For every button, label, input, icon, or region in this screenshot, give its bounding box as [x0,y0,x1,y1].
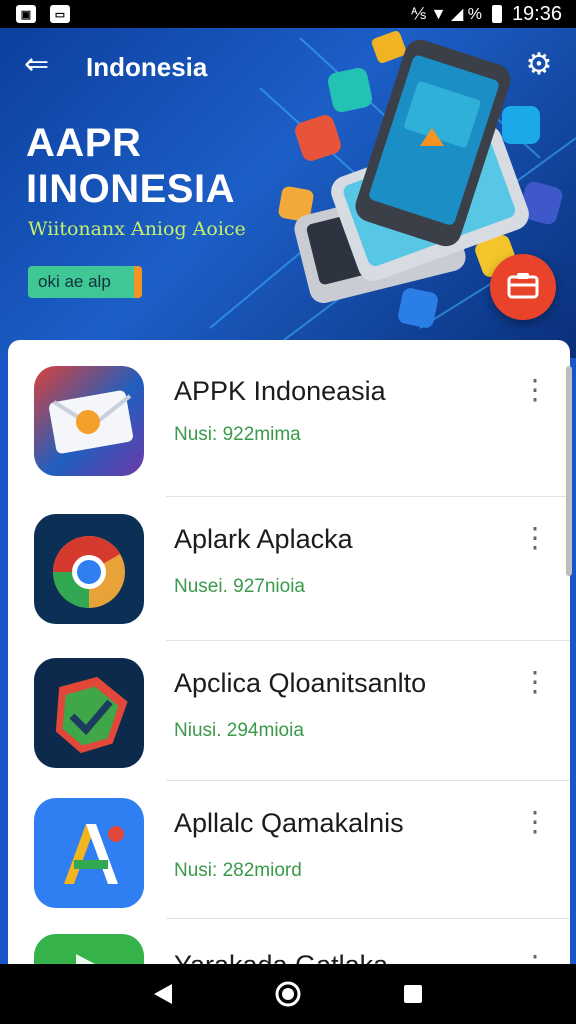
app-name: Apllalc Qamakalnis [174,808,404,838]
app-meta: Nusi: 922mima [174,424,301,445]
checkmark-shield-icon [34,658,144,768]
banner-heading: AAPR IINONESIA [26,120,235,212]
divider [166,780,570,781]
letter-a-glyph [64,824,124,884]
status-right: ⅍ ▼ ◢ % 19:36 [411,3,562,26]
more-options-icon[interactable]: ⋮ [520,662,550,702]
app-screen: ▣ ▭ ⅍ ▼ ◢ % 19:36 ⇐ Indonesia ⚙ AAPR IIN… [0,0,576,1024]
media-icon: ▭ [50,5,70,23]
checkmark-glyph [55,676,128,754]
more-options-icon[interactable]: ⋮ [520,802,550,842]
app-name: APPK Indoneasia [174,376,386,406]
banner-heading-line2: IINONESIA [26,167,235,211]
banner-button-label: oki ae alp [38,272,111,291]
recents-square-icon[interactable] [393,974,433,1014]
status-bar: ▣ ▭ ⅍ ▼ ◢ % 19:36 [0,0,576,28]
app-window-glyph [507,273,539,299]
app-meta: Nusei. 927nioia [174,576,305,597]
app-meta: Nusi: 282miord [174,860,302,881]
app-meta: Niusi. 294mioia [174,720,304,741]
home-circle-icon[interactable] [268,974,308,1014]
header-title: Indonesia [86,52,208,82]
banner-button[interactable]: oki ae alp [28,266,142,298]
back-triangle-icon[interactable] [143,974,183,1014]
app-name: Apclica Qloanitsanlto [174,668,427,698]
recents-glyph [404,985,423,1003]
status-time: 19:36 [511,2,562,25]
more-options-icon[interactable]: ⋮ [520,370,550,410]
gear-icon[interactable]: ⚙ [522,48,556,82]
mail-app-icon [34,366,144,476]
list-item[interactable]: Apclica Qloanitsanlto Niusi. 294mioia ⋮ [8,644,570,790]
app-list: APPK Indoneasia Nusi: 922mima ⋮ Aplark A… [8,340,570,980]
banner-subtitle: Wiitonanx Aniog Aoice [28,218,246,240]
list-item[interactable]: APPK Indoneasia Nusi: 922mima ⋮ [8,352,570,498]
status-icons: ⅍ ▼ ◢ % [411,6,482,23]
chrome-icon [34,514,144,624]
chrome-glyph [53,536,125,608]
banner-heading-line1: AAPR [26,121,142,165]
list-item[interactable]: Aplark Aplacka Nusei. 927nioia ⋮ [8,500,570,646]
letter-a-icon [34,798,144,908]
status-left: ▣ ▭ [16,5,70,23]
system-nav-bar [0,964,576,1024]
app-window-icon[interactable] [490,254,556,320]
divider [166,918,570,919]
divider [166,496,570,497]
hero-banner: ⇐ Indonesia ⚙ AAPR IINONESIA Wiitonanx A… [0,28,576,358]
mail-glyph [49,390,133,454]
divider [166,640,570,641]
more-options-icon[interactable]: ⋮ [520,518,550,558]
scrollbar[interactable] [566,366,572,576]
battery-icon [491,5,502,23]
app-name: Aplark Aplacka [174,524,353,554]
back-arrow-icon[interactable]: ⇐ [24,50,58,80]
home-glyph [275,981,301,1007]
back-glyph [153,984,172,1004]
list-item[interactable]: Apllalc Qamakalnis Nusi: 282miord ⋮ [8,784,570,930]
photo-icon: ▣ [16,5,36,23]
banner-button-accent [134,266,142,298]
